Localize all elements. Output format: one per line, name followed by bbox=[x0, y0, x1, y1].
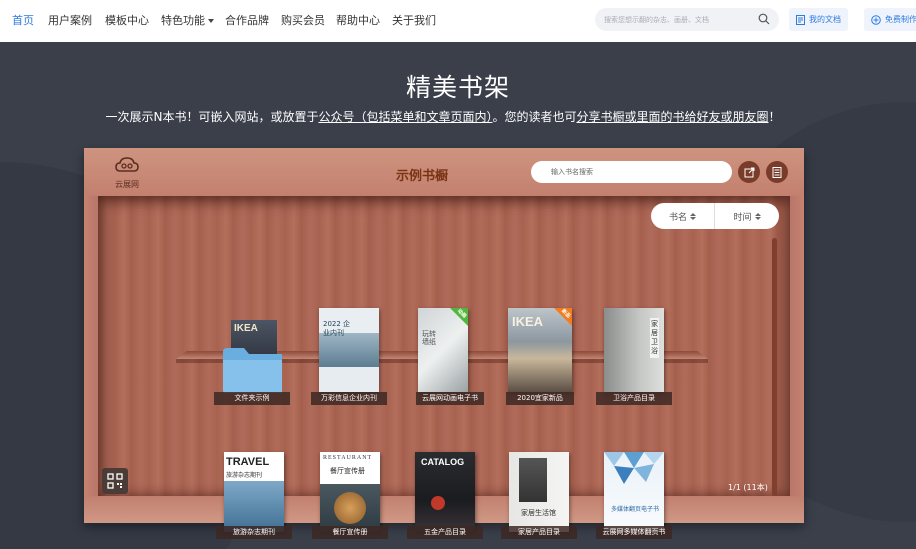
free-create-label: 免费制作 bbox=[885, 15, 916, 24]
bookshelf-header: 云展网 示例书橱 bbox=[84, 148, 804, 196]
book-label: 云展网动画电子书 bbox=[416, 392, 484, 405]
sort-name-label: 书名 bbox=[668, 212, 687, 223]
site-search-input[interactable] bbox=[604, 12, 754, 27]
sort-time-label: 时间 bbox=[733, 212, 752, 223]
nav-about-us[interactable]: 关于我们 bbox=[392, 12, 436, 28]
subtitle-text-a: 一次展示N本书！可嵌入网站，或放置于 bbox=[105, 110, 319, 124]
hero-subtitle: 一次展示N本书！可嵌入网站，或放置于公众号（包括菜单和文章页面内）。您的读者也可… bbox=[0, 108, 886, 125]
book-label: 餐厅宣传册 bbox=[312, 526, 388, 539]
nav-home[interactable]: 首页 bbox=[12, 12, 34, 28]
share-icon bbox=[744, 167, 754, 177]
caret-down-icon bbox=[208, 19, 214, 23]
cover-title: 家居生活馆 bbox=[521, 509, 556, 517]
bookshelf: 云展网 示例书橱 书名 时间 bbox=[84, 148, 804, 539]
shelf-frame-right bbox=[790, 196, 804, 496]
red-accent-shape bbox=[431, 496, 445, 510]
cover-title: 玩转墙纸 bbox=[422, 330, 436, 346]
nav-user-cases[interactable]: 用户案例 bbox=[48, 12, 92, 28]
cover-title: 多媒体翻页电子书 bbox=[610, 506, 659, 513]
folder-cover: IKEA bbox=[222, 320, 282, 394]
free-create-button[interactable]: 免费制作 bbox=[864, 8, 916, 31]
book-cover: RESTAURANT 餐厅宣传册 bbox=[320, 452, 380, 532]
geometric-pattern-image bbox=[604, 452, 664, 484]
subtitle-text-c: 。您的读者也可 bbox=[492, 110, 577, 124]
share-link[interactable]: 分享书橱或里面的书给好友或朋友圈 bbox=[576, 110, 768, 124]
book-label: 2020宜家新品 bbox=[506, 392, 574, 405]
book-cover: 家居生活馆 bbox=[509, 452, 569, 532]
folder-icon bbox=[223, 348, 282, 393]
my-docs-label: 我的文档 bbox=[809, 15, 841, 24]
page-title: 精美书架 bbox=[405, 73, 510, 102]
sort-arrows-icon bbox=[754, 212, 761, 220]
list-icon bbox=[772, 166, 782, 178]
nav-buy-membership[interactable]: 购买会员 bbox=[281, 12, 325, 28]
sort-by-name-button[interactable]: 书名 bbox=[651, 203, 715, 229]
hero-section: 精美书架 一次展示N本书！可嵌入网站，或放置于公众号（包括菜单和文章页面内）。您… bbox=[0, 42, 916, 549]
cover-title: IKEA bbox=[512, 314, 544, 329]
shelf-logo: 云展网 bbox=[110, 156, 144, 190]
sort-by-time-button[interactable]: 时间 bbox=[715, 203, 779, 229]
subtitle-text-e: ！ bbox=[768, 110, 781, 124]
nav-features[interactable]: 特色功能 bbox=[161, 12, 214, 28]
qr-code-button[interactable] bbox=[102, 468, 128, 494]
book-label: 文件夹示例 bbox=[214, 392, 290, 405]
catalog-button[interactable] bbox=[766, 161, 788, 183]
cover-title: TRAVEL bbox=[226, 456, 270, 468]
shelf-scrollbar[interactable] bbox=[772, 238, 777, 496]
document-icon bbox=[796, 14, 805, 25]
book-label: 卫浴产品目录 bbox=[596, 392, 672, 405]
cover-title: CATALOG bbox=[421, 457, 465, 467]
book-cover: CATALOG bbox=[415, 452, 475, 532]
book-cover: IKEA 新品 bbox=[508, 308, 572, 392]
book-cover: 家居卫浴 bbox=[604, 308, 664, 392]
book-label: 家居产品目录 bbox=[501, 526, 577, 539]
share-button[interactable] bbox=[738, 161, 760, 183]
furniture-image bbox=[519, 458, 547, 502]
book-cover: 玩转墙纸 动画 bbox=[418, 308, 468, 392]
shelf-search-box bbox=[531, 161, 732, 183]
book-cover: 多媒体翻页电子书 bbox=[604, 452, 664, 532]
food-plate-image bbox=[334, 492, 366, 524]
shelf-search-input[interactable] bbox=[551, 165, 711, 179]
cloud-logo-icon bbox=[115, 157, 139, 172]
cover-title: 2022 企业内刊 bbox=[323, 320, 351, 337]
book-label: 云展网多媒体翻页书 bbox=[596, 526, 672, 539]
book-label: 五金产品目录 bbox=[407, 526, 483, 539]
cover-title: 家居卫浴 bbox=[650, 318, 659, 358]
sort-controls: 书名 时间 bbox=[651, 203, 779, 229]
book-cover: TRAVEL 旅游杂志期刊 bbox=[224, 452, 284, 532]
nav-template-center[interactable]: 模板中心 bbox=[105, 12, 149, 28]
cover-title: RESTAURANT bbox=[323, 455, 373, 461]
shelf-frame-left bbox=[84, 196, 98, 496]
page-count: 1/1 (11本) bbox=[728, 483, 768, 492]
my-docs-button[interactable]: 我的文档 bbox=[789, 8, 848, 31]
sort-arrows-icon bbox=[690, 212, 696, 220]
cover-subtitle: 餐厅宣传册 bbox=[330, 467, 365, 475]
logo-text: 云展网 bbox=[115, 180, 139, 189]
nav-help-center[interactable]: 帮助中心 bbox=[336, 12, 380, 28]
book-label: 旅游杂志期刊 bbox=[216, 526, 292, 539]
cover-subtitle: 旅游杂志期刊 bbox=[226, 472, 263, 479]
folder-preview-text: IKEA bbox=[234, 323, 258, 334]
plus-circle-icon bbox=[871, 14, 881, 25]
shelf-title: 示例书橱 bbox=[396, 169, 449, 184]
search-icon[interactable] bbox=[758, 13, 770, 25]
nav-features-label: 特色功能 bbox=[161, 14, 205, 27]
book-label: 万彩信息企业内刊 bbox=[311, 392, 387, 405]
site-search-box bbox=[595, 8, 779, 31]
top-nav: 首页 用户案例 模板中心 特色功能 合作品牌 购买会员 帮助中心 关于我们 我的… bbox=[0, 0, 916, 42]
nav-partner-brands[interactable]: 合作品牌 bbox=[225, 12, 269, 28]
book-cover: 2022 企业内刊 bbox=[319, 308, 379, 392]
wechat-link[interactable]: 公众号（包括菜单和文章页面内） bbox=[318, 110, 492, 124]
qr-code-icon bbox=[107, 473, 123, 489]
